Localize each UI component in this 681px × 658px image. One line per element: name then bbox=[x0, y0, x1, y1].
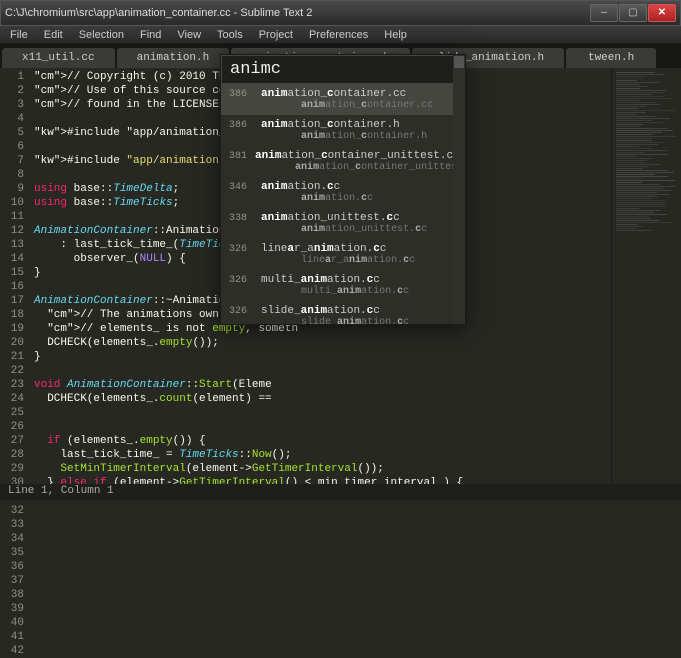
cursor-position: Line 1, Column 1 bbox=[8, 485, 114, 497]
palette-rank: 326 bbox=[229, 244, 253, 255]
palette-sub: animation_unittest.cc bbox=[261, 224, 427, 235]
palette-main: linear_animation.cclinear_animation.cc bbox=[261, 243, 415, 266]
palette-main: slide_animation.ccslide_animation.cc bbox=[261, 305, 409, 324]
palette-item[interactable]: 381 animation_container_unittest.ccanimat… bbox=[221, 146, 465, 177]
palette-results: 386animation_container.ccanimation_conta… bbox=[221, 84, 465, 324]
menu-find[interactable]: Find bbox=[132, 29, 169, 41]
palette-item[interactable]: 326 multi_animation.ccmulti_animation.cc bbox=[221, 270, 465, 301]
palette-sub: linear_animation.cc bbox=[261, 255, 415, 266]
gutter: 1234567891011121314151617181920212223242… bbox=[0, 68, 30, 488]
palette-item[interactable]: 326 slide_animation.ccslide_animation.cc bbox=[221, 301, 465, 324]
palette-main: animation_container.ccanimation_containe… bbox=[261, 88, 433, 111]
palette-sub: animation.cc bbox=[261, 193, 373, 204]
close-button[interactable]: ✕ bbox=[648, 4, 676, 22]
palette-sub: animation_container.cc bbox=[261, 100, 433, 111]
tab[interactable]: x11_util.cc bbox=[2, 48, 115, 68]
tab[interactable]: animation.h bbox=[117, 48, 230, 68]
palette-rank: 326 bbox=[229, 275, 253, 286]
palette-item[interactable]: 326 linear_animation.cclinear_animation.c… bbox=[221, 239, 465, 270]
menu-project[interactable]: Project bbox=[251, 29, 301, 41]
palette-rank: 326 bbox=[229, 306, 253, 317]
menu-edit[interactable]: Edit bbox=[36, 29, 71, 41]
menu-tools[interactable]: Tools bbox=[209, 29, 251, 41]
palette-item[interactable]: 386 animation_container.ccanimation_conta… bbox=[221, 84, 465, 115]
palette-main: animation.ccanimation.cc bbox=[261, 181, 373, 204]
menu-bar: FileEditSelectionFindViewToolsProjectPre… bbox=[0, 26, 681, 44]
palette-main: animation_unittest.ccanimation_unittest.… bbox=[261, 212, 427, 235]
palette-main: animation_container_unittest.ccanimation… bbox=[255, 150, 465, 173]
window-title: C:\J\chromium\src\app\animation_containe… bbox=[5, 7, 590, 19]
palette-item[interactable]: 386 animation_container.hanimation_contai… bbox=[221, 115, 465, 146]
palette-item[interactable]: 346 animation.ccanimation.cc bbox=[221, 177, 465, 208]
palette-rank: 386 bbox=[229, 120, 253, 131]
palette-input[interactable] bbox=[221, 55, 465, 84]
menu-preferences[interactable]: Preferences bbox=[301, 29, 376, 41]
menu-file[interactable]: File bbox=[2, 29, 36, 41]
palette-sub: multi_animation.cc bbox=[261, 286, 409, 297]
maximize-button[interactable]: ▢ bbox=[619, 4, 647, 22]
palette-main: multi_animation.ccmulti_animation.cc bbox=[261, 274, 409, 297]
goto-anything-palette: 386animation_container.ccanimation_conta… bbox=[220, 54, 466, 325]
palette-rank: 386 bbox=[229, 89, 253, 100]
title-bar: C:\J\chromium\src\app\animation_containe… bbox=[0, 0, 681, 26]
palette-sub: animation_container_unittest.cc bbox=[255, 162, 465, 173]
palette-rank: 381 bbox=[229, 151, 247, 162]
palette-main: animation_container.hanimation_container… bbox=[261, 119, 427, 142]
status-bar: Line 1, Column 1 bbox=[0, 484, 681, 500]
minimize-button[interactable]: — bbox=[590, 4, 618, 22]
palette-rank: 346 bbox=[229, 182, 253, 193]
palette-sub: slide_animation.cc bbox=[261, 317, 409, 324]
palette-scrollbar[interactable] bbox=[453, 84, 465, 324]
palette-item[interactable]: 338 animation_unittest.ccanimation_unitte… bbox=[221, 208, 465, 239]
palette-rank: 338 bbox=[229, 213, 253, 224]
menu-help[interactable]: Help bbox=[376, 29, 415, 41]
palette-sub: animation_container.h bbox=[261, 131, 427, 142]
menu-view[interactable]: View bbox=[169, 29, 209, 41]
menu-selection[interactable]: Selection bbox=[71, 29, 132, 41]
minimap[interactable] bbox=[611, 68, 681, 488]
tab[interactable]: tween.h bbox=[566, 48, 656, 68]
